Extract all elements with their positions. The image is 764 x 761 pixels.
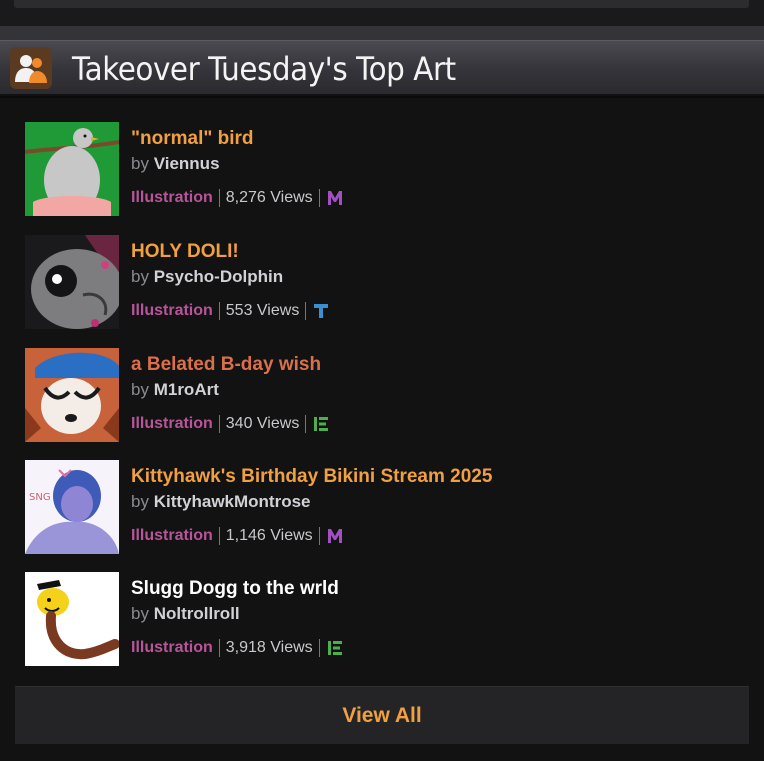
previous-panel-bottom bbox=[0, 0, 764, 26]
artist-link[interactable]: Noltrollroll bbox=[154, 604, 240, 623]
rating-mature-icon bbox=[326, 527, 344, 545]
artwork-meta: Illustration 340 Views bbox=[131, 412, 691, 436]
artwork-title-link[interactable]: HOLY DOLI! bbox=[131, 239, 691, 265]
item-info: Slugg Dogg to the wrld by Noltrollroll I… bbox=[131, 576, 691, 660]
category-link[interactable]: Illustration bbox=[131, 299, 213, 323]
divider bbox=[218, 527, 220, 545]
users-icon bbox=[10, 47, 52, 89]
item-info: "normal" bird by Viennus Illustration 8,… bbox=[131, 126, 691, 210]
section-title: Takeover Tuesday's Top Art bbox=[72, 50, 456, 88]
artwork-thumbnail[interactable] bbox=[25, 235, 119, 329]
artwork-meta: Illustration 8,276 Views bbox=[131, 186, 691, 210]
divider bbox=[218, 639, 220, 657]
list-item: Slugg Dogg to the wrld by Noltrollroll I… bbox=[25, 572, 725, 666]
artwork-meta: Illustration 1,146 Views bbox=[131, 524, 691, 548]
list-item: a Belated B-day wish by M1roArt Illustra… bbox=[25, 348, 725, 442]
by-label: by bbox=[131, 267, 149, 286]
category-link[interactable]: Illustration bbox=[131, 186, 213, 210]
artist-link[interactable]: Viennus bbox=[154, 154, 220, 173]
artwork-meta: Illustration 3,918 Views bbox=[131, 636, 691, 660]
list-item: HOLY DOLI! by Psycho-Dolphin Illustratio… bbox=[25, 235, 725, 329]
view-count: 8,276 Views bbox=[225, 189, 313, 206]
view-all-button[interactable]: View All bbox=[15, 686, 749, 744]
divider bbox=[218, 302, 220, 320]
divider bbox=[218, 415, 220, 433]
view-count: 1,146 Views bbox=[225, 527, 313, 544]
previous-panel-edge bbox=[14, 0, 749, 8]
top-art-panel: "normal" bird by Viennus Illustration 8,… bbox=[0, 98, 764, 761]
list-item: "normal" bird by Viennus Illustration 8,… bbox=[25, 122, 725, 216]
artwork-title-link[interactable]: Kittyhawk's Birthday Bikini Stream 2025 bbox=[131, 464, 691, 490]
item-info: HOLY DOLI! by Psycho-Dolphin Illustratio… bbox=[131, 239, 691, 323]
rating-everyone-icon bbox=[326, 639, 344, 657]
panel-separator bbox=[0, 26, 764, 40]
divider bbox=[318, 527, 320, 545]
svg-text:SNG: SNG bbox=[29, 492, 51, 503]
divider bbox=[305, 415, 307, 433]
item-info: Kittyhawk's Birthday Bikini Stream 2025 … bbox=[131, 464, 691, 548]
divider bbox=[318, 639, 320, 657]
artist-byline: by Viennus bbox=[131, 152, 691, 176]
artwork-thumbnail[interactable] bbox=[25, 122, 119, 216]
artwork-thumbnail[interactable] bbox=[25, 572, 119, 666]
rating-mature-icon bbox=[326, 189, 344, 207]
artwork-thumbnail[interactable]: SNG bbox=[25, 460, 119, 554]
rating-everyone-icon bbox=[312, 415, 330, 433]
artwork-title-link[interactable]: Slugg Dogg to the wrld bbox=[131, 576, 691, 602]
by-label: by bbox=[131, 604, 149, 623]
artist-byline: by KittyhawkMontrose bbox=[131, 490, 691, 514]
view-count: 553 Views bbox=[225, 302, 300, 319]
view-count: 3,918 Views bbox=[225, 639, 313, 656]
artist-link[interactable]: KittyhawkMontrose bbox=[154, 492, 311, 511]
category-link[interactable]: Illustration bbox=[131, 412, 213, 436]
artist-byline: by Noltrollroll bbox=[131, 602, 691, 626]
category-link[interactable]: Illustration bbox=[131, 636, 213, 660]
artist-link[interactable]: Psycho-Dolphin bbox=[154, 267, 283, 286]
artist-link[interactable]: M1roArt bbox=[154, 380, 219, 399]
category-link[interactable]: Illustration bbox=[131, 524, 213, 548]
divider bbox=[318, 189, 320, 207]
section-header: Takeover Tuesday's Top Art bbox=[0, 40, 764, 96]
by-label: by bbox=[131, 154, 149, 173]
rating-teen-icon bbox=[312, 302, 330, 320]
list-item: SNG Kittyhawk's Birthday Bikini Stream 2… bbox=[25, 460, 725, 554]
by-label: by bbox=[131, 380, 149, 399]
artwork-meta: Illustration 553 Views bbox=[131, 299, 691, 323]
divider bbox=[305, 302, 307, 320]
artwork-title-link[interactable]: a Belated B-day wish bbox=[131, 352, 691, 378]
artwork-thumbnail[interactable] bbox=[25, 348, 119, 442]
by-label: by bbox=[131, 492, 149, 511]
artwork-title-link[interactable]: "normal" bird bbox=[131, 126, 691, 152]
artist-byline: by Psycho-Dolphin bbox=[131, 265, 691, 289]
item-info: a Belated B-day wish by M1roArt Illustra… bbox=[131, 352, 691, 436]
divider bbox=[218, 189, 220, 207]
artist-byline: by M1roArt bbox=[131, 378, 691, 402]
view-count: 340 Views bbox=[225, 415, 300, 432]
